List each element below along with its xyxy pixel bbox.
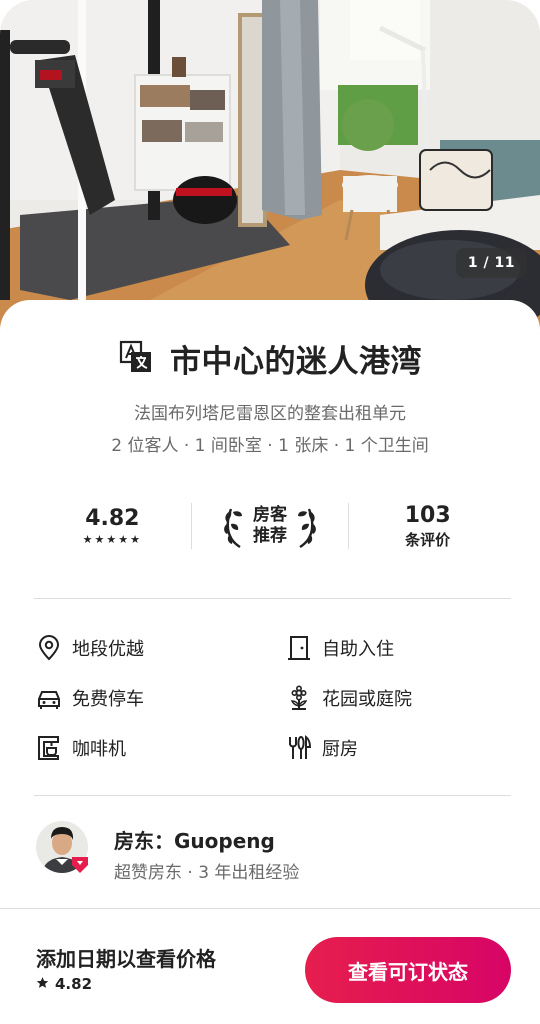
amenity-label: 免费停车 xyxy=(72,689,144,710)
room-photo-illustration xyxy=(0,0,540,330)
listing-title: 市中心的迷人港湾 xyxy=(170,344,422,380)
listing-location: 法国布列塔尼雷恩区的整套出租单元 xyxy=(134,404,406,424)
stats-row: 4.82 ★★★★★ 房客 推荐 103 条评价 xyxy=(34,498,506,554)
amenity-label: 地段优越 xyxy=(72,639,144,660)
laurel-right-icon xyxy=(298,508,316,549)
amenity-coffee-maker: 咖啡机 xyxy=(36,735,126,761)
amenity-self-checkin: 自助入住 xyxy=(286,635,394,661)
amenity-label: 厨房 xyxy=(322,739,358,760)
title-row: 市中心的迷人港湾 xyxy=(0,336,540,381)
guest-favorite-line2: 推荐 xyxy=(253,526,287,546)
coffee-machine-icon xyxy=(38,736,59,760)
host-avatar[interactable] xyxy=(36,821,92,877)
laurel-left-icon xyxy=(224,508,242,549)
car-icon xyxy=(38,691,60,709)
location-pin-icon xyxy=(38,635,60,661)
host-details: 超赞房东 · 3 年出租经验 xyxy=(114,863,300,883)
photo-counter: 1 / 11 xyxy=(455,248,527,278)
reviews-stat[interactable]: 103 条评价 xyxy=(349,498,506,554)
rating-stars: ★★★★★ xyxy=(82,533,142,546)
listing-screen: 1 / 11 市中心的迷人港湾 法国布列塔尼雷恩区的整套出租单元 2 位客人 ·… xyxy=(0,0,540,1024)
listing-capacity: 2 位客人 · 1 间卧室 · 1 张床 · 1 个卫生间 xyxy=(111,436,429,456)
guest-favorite-badge[interactable]: 房客 推荐 xyxy=(192,498,349,554)
check-availability-button[interactable]: 查看可订状态 xyxy=(305,937,511,1003)
section-divider xyxy=(34,795,511,796)
footer-rating-value: 4.82 xyxy=(55,975,93,993)
flower-icon xyxy=(290,685,308,710)
footer-rating: 4.82 xyxy=(36,975,92,993)
amenity-label: 咖啡机 xyxy=(72,739,126,760)
amenity-parking: 免费停车 xyxy=(36,685,144,711)
reviews-label: 条评价 xyxy=(405,530,451,549)
add-dates-prompt[interactable]: 添加日期以查看价格 xyxy=(36,943,216,972)
star-icon xyxy=(36,975,49,993)
rating-stat: 4.82 ★★★★★ xyxy=(34,498,191,554)
door-icon xyxy=(288,636,310,660)
utensils-icon xyxy=(289,735,312,759)
superhost-badge-icon xyxy=(72,857,88,873)
translate-icon[interactable] xyxy=(118,339,154,379)
rating-value: 4.82 xyxy=(85,506,140,531)
amenity-kitchen: 厨房 xyxy=(286,735,358,761)
amenity-location: 地段优越 xyxy=(36,635,144,661)
guest-favorite-label: 房客 推荐 xyxy=(253,505,287,547)
amenity-label: 花园或庭院 xyxy=(322,689,412,710)
reviews-count: 103 xyxy=(404,502,451,528)
guest-favorite-line1: 房客 xyxy=(253,505,287,525)
section-divider xyxy=(34,598,511,599)
host-name: 房东：Guopeng xyxy=(114,829,275,853)
listing-photo[interactable]: 1 / 11 xyxy=(0,0,540,330)
booking-footer: 添加日期以查看价格 4.82 查看可订状态 xyxy=(0,908,540,1024)
amenity-label: 自助入住 xyxy=(322,639,394,660)
amenity-garden: 花园或庭院 xyxy=(286,685,412,711)
